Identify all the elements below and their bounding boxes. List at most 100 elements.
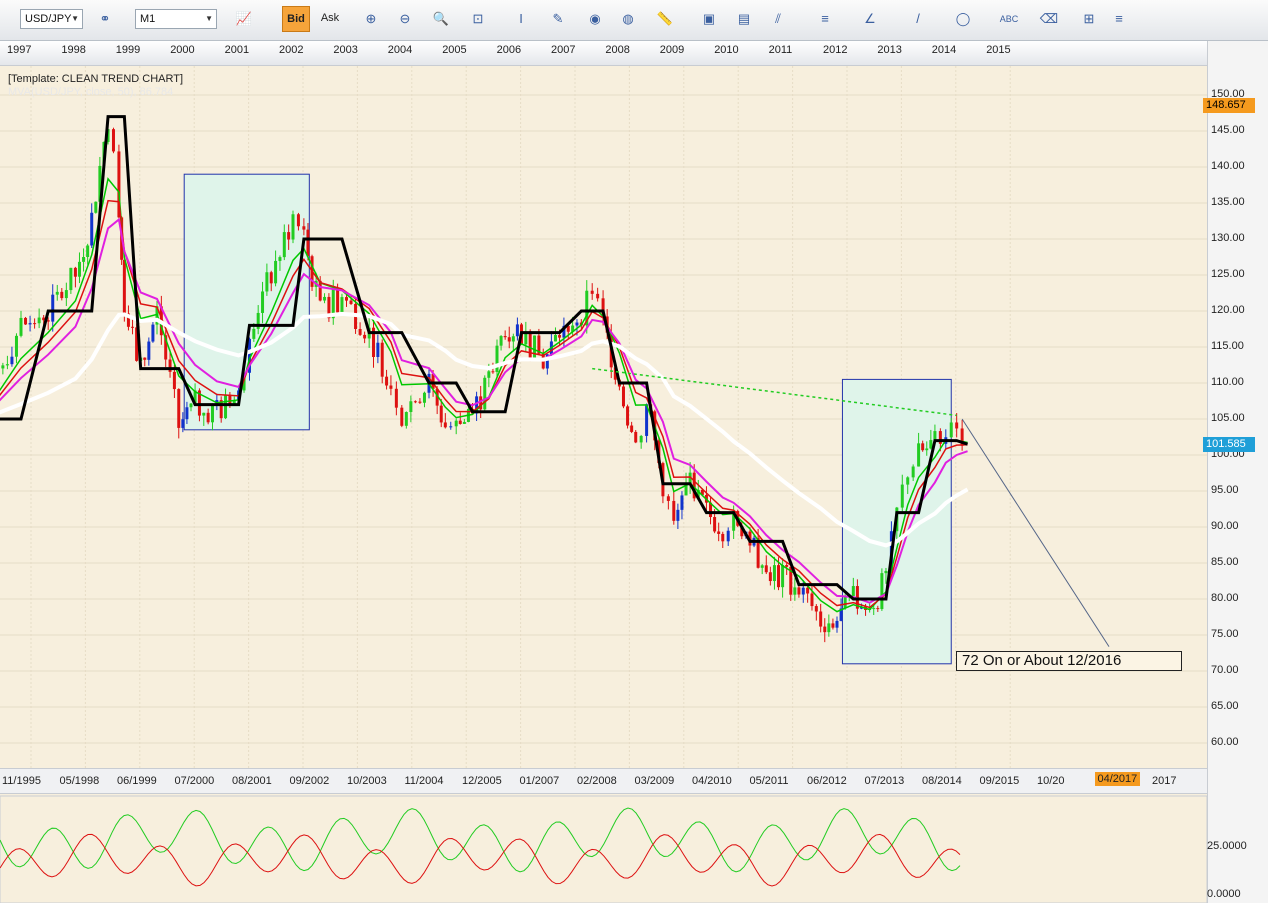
candle-body — [823, 626, 827, 633]
candle-body — [224, 394, 228, 419]
candle-body — [814, 606, 818, 612]
price-tick: 75.00 — [1211, 628, 1239, 640]
candle-body — [394, 388, 398, 408]
price-tick: 120.00 — [1211, 304, 1245, 316]
candle-body — [90, 212, 94, 246]
candle-body — [265, 272, 269, 292]
candle-body — [876, 608, 880, 610]
candle-body — [400, 407, 404, 426]
candle-body — [287, 232, 291, 240]
candle-body — [639, 435, 643, 443]
candle-body — [921, 443, 925, 451]
candle-body — [363, 334, 367, 339]
candle-body — [575, 322, 579, 326]
price-tick: 135.00 — [1211, 196, 1245, 208]
price-tick: 60.00 — [1211, 736, 1239, 748]
candle-body — [851, 586, 855, 597]
candle-body — [380, 342, 384, 377]
candle-body — [10, 356, 14, 365]
candle-body — [630, 425, 634, 432]
candle-body — [590, 290, 594, 294]
candle-body — [917, 443, 921, 467]
candle-body — [884, 570, 888, 574]
oscillator-panel — [0, 795, 1208, 903]
highlight-box — [183, 173, 310, 431]
candle-body — [296, 214, 300, 227]
candle-body — [73, 267, 77, 277]
candle-body — [389, 385, 393, 389]
candle-body — [177, 389, 181, 428]
candle-body — [443, 422, 447, 428]
candle-body — [872, 608, 876, 610]
candle-body — [282, 232, 286, 258]
candle-body — [785, 565, 789, 567]
candle-body — [558, 335, 562, 338]
candle-body — [143, 357, 147, 360]
candle-body — [55, 291, 59, 295]
candle-body — [843, 596, 847, 609]
candle-body — [69, 267, 73, 291]
candle-body — [404, 412, 408, 426]
price-tick: 125.00 — [1211, 268, 1245, 280]
candle-body — [306, 229, 310, 257]
candle-body — [634, 431, 638, 443]
candle-body — [721, 533, 725, 542]
candle-body — [210, 405, 214, 423]
template-label: [Template: CLEAN TREND CHART] — [8, 73, 184, 85]
price-tick: 140.00 — [1211, 160, 1245, 172]
candle-body — [252, 328, 256, 339]
price-tick: 80.00 — [1211, 592, 1239, 604]
candle-body — [827, 623, 831, 633]
candle-body — [151, 324, 155, 342]
candle-body — [528, 331, 532, 358]
candle-body — [439, 405, 443, 423]
price-tick: 130.00 — [1211, 232, 1245, 244]
candle-body — [33, 323, 37, 325]
price-tick: 145.00 — [1211, 124, 1245, 136]
candle-body — [764, 565, 768, 573]
candle-body — [349, 300, 353, 304]
candle-body — [274, 260, 278, 284]
candle-body — [925, 448, 929, 451]
candle-body — [831, 623, 835, 628]
candle-body — [949, 422, 953, 438]
candle-body — [553, 335, 557, 342]
price-tick: 85.00 — [1211, 556, 1239, 568]
candle-body — [278, 257, 282, 261]
candle-body — [409, 401, 413, 413]
candle-body — [269, 272, 273, 284]
projection-line — [961, 418, 1110, 647]
candle-body — [515, 324, 519, 337]
candle-body — [666, 496, 670, 501]
candle-body — [806, 587, 810, 594]
candle-body — [835, 620, 839, 628]
candle-body — [781, 565, 785, 588]
candle-body — [458, 420, 462, 424]
candle-body — [483, 377, 487, 410]
current-price-label: 101.585 — [1203, 436, 1255, 452]
candle-body — [797, 587, 801, 595]
candle-body — [487, 371, 491, 378]
candle-body — [793, 587, 797, 595]
candle-body — [206, 412, 210, 423]
high-price-label: 148.657 — [1203, 97, 1255, 113]
candle-body — [60, 291, 64, 299]
candle-body — [19, 317, 23, 336]
candle-body — [900, 484, 904, 508]
candle-body — [147, 341, 151, 360]
candle-body — [760, 565, 764, 568]
price-tick: 115.00 — [1211, 340, 1244, 352]
price-tick: 70.00 — [1211, 664, 1239, 676]
candle-body — [713, 517, 717, 532]
candle-body — [418, 401, 422, 403]
candle-body — [801, 587, 805, 595]
candle-body — [680, 495, 684, 510]
candle-body — [37, 317, 41, 324]
candle-body — [302, 226, 306, 230]
candle-body — [28, 323, 32, 325]
oscillator-tick: 25.0000 — [1207, 840, 1247, 852]
candle-body — [336, 288, 340, 313]
candle-body — [880, 573, 884, 610]
candle-body — [14, 335, 18, 357]
candle-body — [51, 294, 55, 322]
